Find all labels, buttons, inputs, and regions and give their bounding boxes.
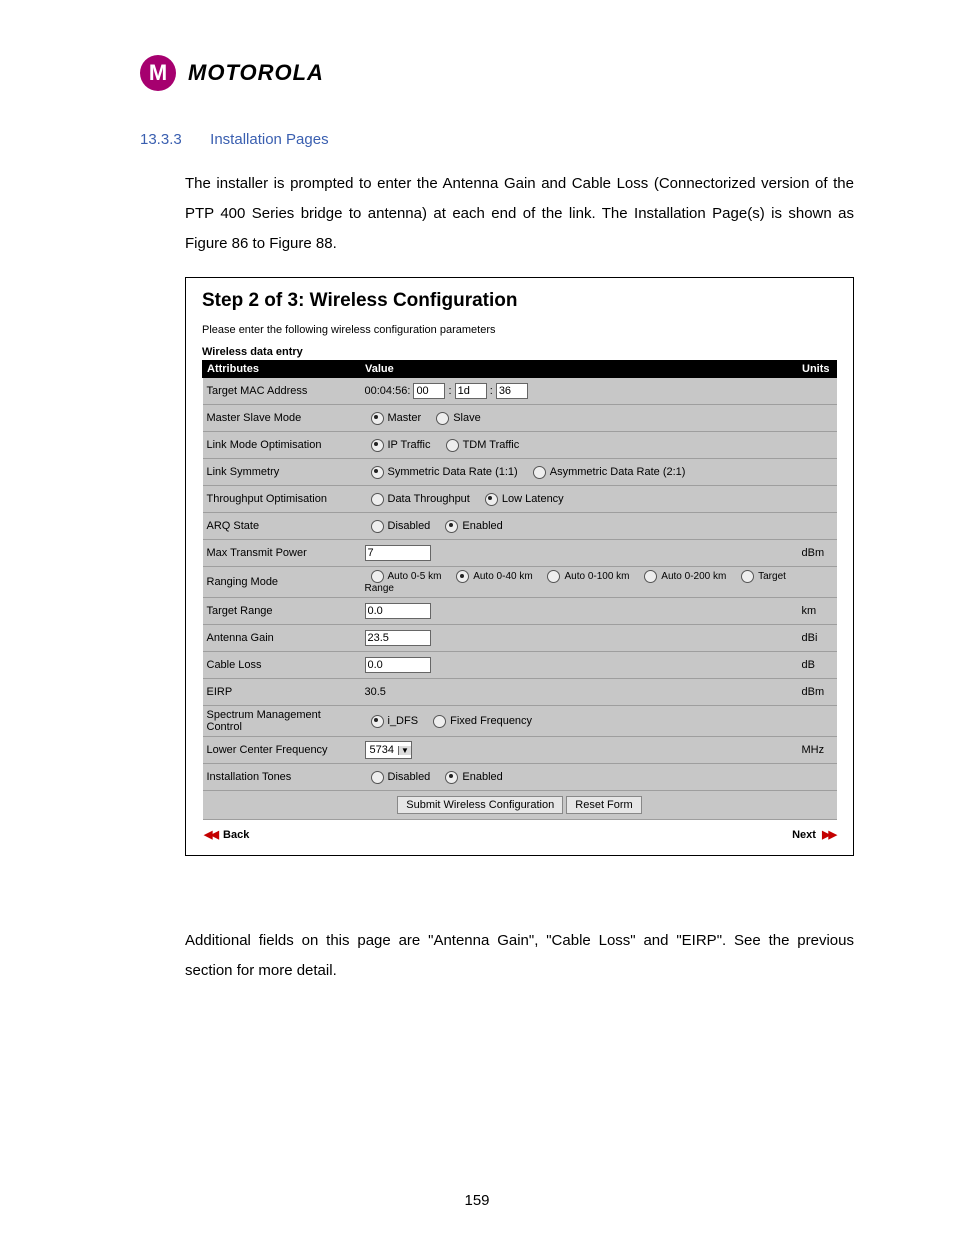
lcf-select[interactable]: 5734 ▼	[365, 741, 412, 759]
row-antenna-gain: Antenna Gain dBi	[203, 625, 837, 652]
label-install-tones: Installation Tones	[203, 764, 361, 791]
figure-entry-heading: Wireless data entry	[202, 346, 837, 358]
page-number: 159	[0, 1192, 954, 1209]
row-eirp: EIRP 30.5 dBm	[203, 679, 837, 706]
motorola-logo-icon: M	[140, 55, 176, 91]
row-master-slave: Master Slave Mode Master Slave	[203, 405, 837, 432]
arrow-right-icon: ▶▶	[822, 829, 835, 841]
radio-data-throughput[interactable]	[371, 493, 384, 506]
radio-low-latency[interactable]	[485, 493, 498, 506]
figure-screenshot: Step 2 of 3: Wireless Configuration Plea…	[185, 277, 854, 856]
units-lcf: MHz	[798, 737, 837, 764]
label-target-range: Target Range	[203, 598, 361, 625]
radio-slave[interactable]	[436, 412, 449, 425]
row-link-symmetry: Link Symmetry Symmetric Data Rate (1:1) …	[203, 459, 837, 486]
brand-text: MOTOROLA	[188, 60, 324, 86]
row-cable-loss: Cable Loss dB	[203, 652, 837, 679]
label-link-symmetry: Link Symmetry	[203, 459, 361, 486]
radio-range-0-100[interactable]	[547, 570, 560, 583]
reset-button[interactable]: Reset Form	[566, 796, 641, 814]
row-link-mode: Link Mode Optimisation IP Traffic TDM Tr…	[203, 432, 837, 459]
radio-symmetric[interactable]	[371, 466, 384, 479]
target-range-input[interactable]	[365, 603, 431, 619]
next-link[interactable]: Next ▶▶	[792, 828, 835, 841]
section-number: 13.3.3	[140, 131, 182, 148]
units-eirp: dBm	[798, 679, 837, 706]
units-max-tx: dBm	[798, 540, 837, 567]
radio-ip-traffic[interactable]	[371, 439, 384, 452]
radio-arq-enabled[interactable]	[445, 520, 458, 533]
submit-button[interactable]: Submit Wireless Configuration	[397, 796, 563, 814]
row-target-range: Target Range km	[203, 598, 837, 625]
radio-tdm-traffic[interactable]	[446, 439, 459, 452]
row-install-tones: Installation Tones Disabled Enabled	[203, 764, 837, 791]
units-cable-loss: dB	[798, 652, 837, 679]
chevron-down-icon: ▼	[398, 746, 411, 755]
arrow-left-icon: ◀◀	[204, 829, 217, 841]
section-heading: 13.3.3 Installation Pages	[80, 131, 874, 149]
label-max-tx: Max Transmit Power	[203, 540, 361, 567]
radio-asymmetric[interactable]	[533, 466, 546, 479]
label-arq: ARQ State	[203, 513, 361, 540]
label-cable-loss: Cable Loss	[203, 652, 361, 679]
row-max-tx: Max Transmit Power dBm	[203, 540, 837, 567]
label-master-slave: Master Slave Mode	[203, 405, 361, 432]
max-tx-input[interactable]	[365, 545, 431, 561]
label-lcf: Lower Center Frequency	[203, 737, 361, 764]
label-target-mac: Target MAC Address	[203, 378, 361, 405]
brand-header: M MOTOROLA	[140, 55, 874, 91]
units-target-range: km	[798, 598, 837, 625]
radio-range-0-200[interactable]	[644, 570, 657, 583]
figure-subtitle: Please enter the following wireless conf…	[202, 324, 837, 336]
mac-prefix: 00:04:56:	[365, 385, 411, 397]
cable-loss-input[interactable]	[365, 657, 431, 673]
radio-fixed-freq[interactable]	[433, 715, 446, 728]
figure-title: Step 2 of 3: Wireless Configuration	[202, 290, 837, 312]
row-target-mac: Target MAC Address 00:04:56: : :	[203, 378, 837, 405]
value-eirp: 30.5	[361, 679, 798, 706]
config-table: Attributes Value Units Target MAC Addres…	[202, 360, 837, 820]
radio-tones-disabled[interactable]	[371, 771, 384, 784]
row-ranging: Ranging Mode Auto 0-5 km Auto 0-40 km Au…	[203, 567, 837, 598]
back-link[interactable]: ◀◀ Back	[204, 828, 249, 841]
row-smc: Spectrum Management Control i_DFS Fixed …	[203, 706, 837, 737]
row-arq: ARQ State Disabled Enabled	[203, 513, 837, 540]
mac-field-2[interactable]	[455, 383, 487, 399]
mac-field-1[interactable]	[413, 383, 445, 399]
radio-tones-enabled[interactable]	[445, 771, 458, 784]
label-ranging: Ranging Mode	[203, 567, 361, 598]
outro-paragraph: Additional fields on this page are "Ante…	[185, 926, 854, 986]
label-antenna-gain: Antenna Gain	[203, 625, 361, 652]
label-link-mode: Link Mode Optimisation	[203, 432, 361, 459]
row-throughput: Throughput Optimisation Data Throughput …	[203, 486, 837, 513]
radio-master[interactable]	[371, 412, 384, 425]
label-throughput: Throughput Optimisation	[203, 486, 361, 513]
label-smc: Spectrum Management Control	[203, 706, 361, 737]
th-value: Value	[361, 361, 798, 378]
radio-target-range[interactable]	[741, 570, 754, 583]
units-antenna-gain: dBi	[798, 625, 837, 652]
th-units: Units	[798, 361, 837, 378]
antenna-gain-input[interactable]	[365, 630, 431, 646]
label-eirp: EIRP	[203, 679, 361, 706]
mac-field-3[interactable]	[496, 383, 528, 399]
radio-idfs[interactable]	[371, 715, 384, 728]
row-lcf: Lower Center Frequency 5734 ▼ MHz	[203, 737, 837, 764]
radio-range-0-5[interactable]	[371, 570, 384, 583]
radio-range-0-40[interactable]	[456, 570, 469, 583]
section-title: Installation Pages	[210, 131, 328, 148]
th-attributes: Attributes	[203, 361, 361, 378]
intro-paragraph: The installer is prompted to enter the A…	[185, 169, 854, 259]
radio-arq-disabled[interactable]	[371, 520, 384, 533]
